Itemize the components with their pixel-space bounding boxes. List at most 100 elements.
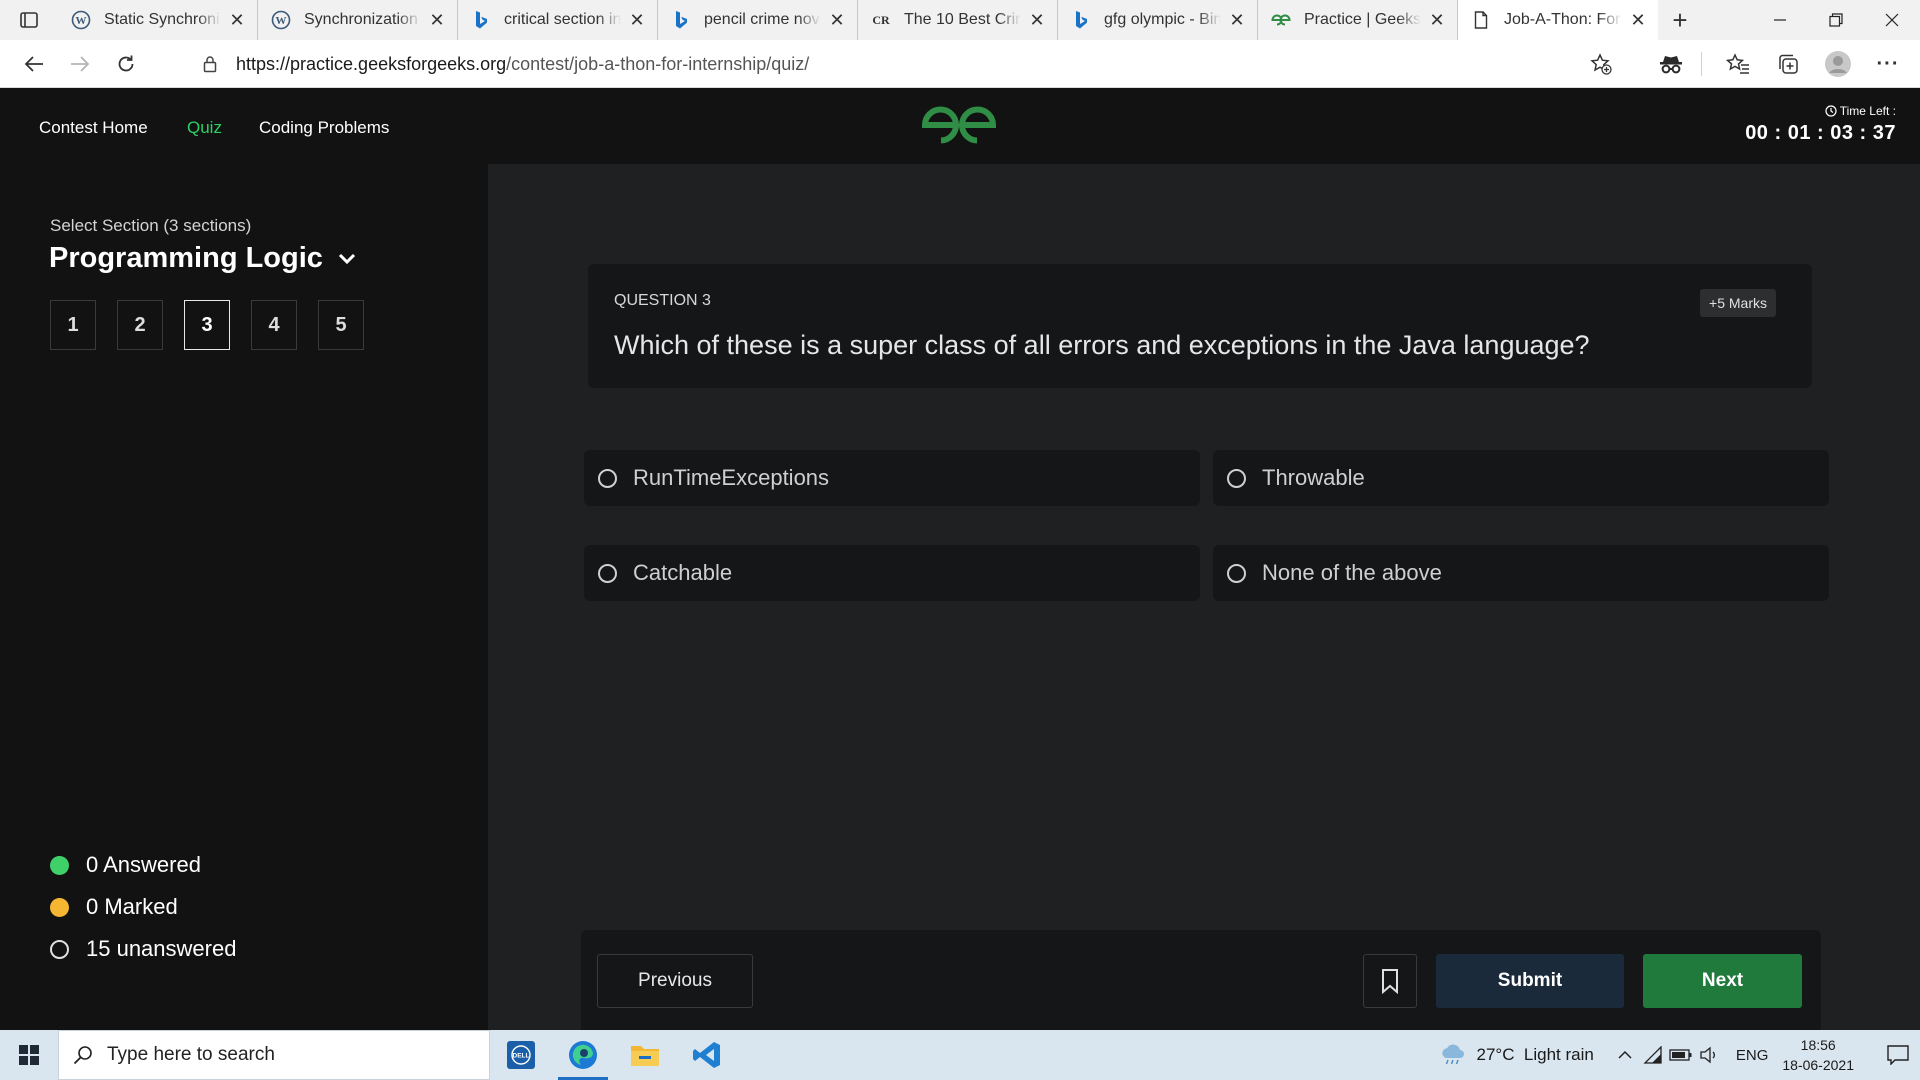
radio-button[interactable] bbox=[598, 468, 617, 488]
taskbar-search[interactable]: Type here to search bbox=[58, 1030, 490, 1080]
close-icon bbox=[1885, 13, 1899, 27]
back-button[interactable] bbox=[14, 44, 54, 84]
question-number-button[interactable]: 1 bbox=[50, 300, 96, 350]
volume-button[interactable] bbox=[1696, 1042, 1722, 1068]
forward-arrow-icon bbox=[71, 55, 90, 72]
start-button[interactable] bbox=[0, 1030, 58, 1080]
chevron-up-icon bbox=[1618, 1050, 1632, 1059]
gfg-logo[interactable] bbox=[920, 102, 998, 146]
bing-icon bbox=[470, 9, 492, 31]
refresh-button[interactable] bbox=[106, 44, 146, 84]
browser-tab[interactable]: gfg olympic - Bing ✕ bbox=[1058, 0, 1258, 40]
url-bar[interactable]: https://practice.geeksforgeeks.org/conte… bbox=[182, 46, 1602, 82]
taskbar-app-vscode[interactable] bbox=[676, 1030, 738, 1080]
collections-button[interactable] bbox=[1766, 44, 1810, 84]
question-number-button[interactable]: 5 bbox=[318, 300, 364, 350]
tab-title: Synchronization in bbox=[304, 11, 421, 28]
browser-tab[interactable]: CR The 10 Best Crime ✕ bbox=[858, 0, 1058, 40]
svg-text:W: W bbox=[76, 15, 87, 27]
browser-tab[interactable]: W Static Synchronization ✕ bbox=[58, 0, 258, 40]
tab-title: The 10 Best Crime bbox=[904, 11, 1021, 28]
avatar-icon bbox=[1825, 51, 1851, 77]
nav-coding-problems[interactable]: Coding Problems bbox=[259, 118, 389, 138]
radio-button[interactable] bbox=[1227, 468, 1246, 488]
profile-button[interactable] bbox=[1816, 44, 1860, 84]
marked-count: 0 Marked bbox=[86, 894, 178, 919]
forward-button[interactable] bbox=[60, 44, 100, 84]
minimize-icon bbox=[1774, 19, 1786, 21]
question-number-button[interactable]: 2 bbox=[117, 300, 163, 350]
nav-contest-home[interactable]: Contest Home bbox=[39, 118, 148, 138]
nav-quiz[interactable]: Quiz bbox=[187, 118, 222, 138]
question-number-button-current[interactable]: 3 bbox=[184, 300, 230, 350]
restore-button[interactable] bbox=[1808, 0, 1864, 40]
answered-count: 0 Answered bbox=[86, 852, 201, 877]
svg-text:W: W bbox=[276, 15, 287, 27]
radio-button[interactable] bbox=[1227, 563, 1246, 583]
tray-overflow-button[interactable] bbox=[1612, 1042, 1638, 1068]
browser-tab-active[interactable]: Job-A-Thon: For Internship ✕ bbox=[1458, 0, 1658, 40]
unanswered-circle-icon bbox=[50, 939, 69, 959]
close-icon[interactable]: ✕ bbox=[227, 10, 247, 30]
language-indicator[interactable]: ENG bbox=[1736, 1047, 1769, 1064]
address-bar-row: https://practice.geeksforgeeks.org/conte… bbox=[0, 40, 1920, 88]
add-favorite-button[interactable] bbox=[1579, 44, 1623, 84]
close-icon[interactable]: ✕ bbox=[1427, 10, 1447, 30]
browser-tab[interactable]: critical section in ✕ bbox=[458, 0, 658, 40]
answer-option[interactable]: Catchable bbox=[584, 545, 1200, 601]
close-icon[interactable]: ✕ bbox=[1227, 10, 1247, 30]
taskbar-app-edge[interactable] bbox=[552, 1030, 614, 1080]
browser-tab[interactable]: Practice | GeeksforGeeks ✕ bbox=[1258, 0, 1458, 40]
taskbar-app-file-explorer[interactable] bbox=[614, 1030, 676, 1080]
network-button[interactable] bbox=[1640, 1042, 1666, 1068]
option-label: Throwable bbox=[1262, 465, 1365, 490]
taskbar-app-dell[interactable]: DELL bbox=[490, 1030, 552, 1080]
weather-widget[interactable]: 27°C Light rain bbox=[1440, 1044, 1594, 1066]
previous-button[interactable]: Previous bbox=[597, 954, 753, 1008]
url-host: https://practice.geeksforgeeks.org bbox=[236, 53, 507, 74]
clock-date: 18-06-2021 bbox=[1782, 1057, 1854, 1073]
site-header: Contest Home Quiz Coding Problems Time L… bbox=[0, 88, 1920, 164]
marked-dot-icon bbox=[50, 897, 69, 917]
answer-option[interactable]: Throwable bbox=[1213, 450, 1829, 506]
browser-tab[interactable]: pencil crime novels ✕ bbox=[658, 0, 858, 40]
refresh-icon bbox=[118, 55, 134, 71]
new-tab-button[interactable]: + bbox=[1658, 0, 1702, 40]
close-icon[interactable]: ✕ bbox=[1027, 10, 1047, 30]
settings-more-button[interactable]: ··· bbox=[1866, 44, 1910, 84]
answer-option[interactable]: RunTimeExceptions bbox=[584, 450, 1200, 506]
answer-option[interactable]: None of the above bbox=[1213, 545, 1829, 601]
radio-button[interactable] bbox=[598, 563, 617, 583]
browser-tab[interactable]: W Synchronization in ✕ bbox=[258, 0, 458, 40]
close-icon[interactable]: ✕ bbox=[427, 10, 447, 30]
taskbar-clock[interactable]: 18:56 18-06-2021 bbox=[1782, 1035, 1854, 1075]
section-selector[interactable]: Programming Logic bbox=[49, 242, 357, 275]
favorites-icon bbox=[1726, 53, 1749, 74]
close-window-button[interactable] bbox=[1864, 0, 1920, 40]
bookmark-button[interactable] bbox=[1363, 954, 1417, 1008]
plus-icon: + bbox=[1672, 4, 1688, 35]
close-icon[interactable]: ✕ bbox=[627, 10, 647, 30]
profile-extension-button[interactable] bbox=[1649, 44, 1693, 84]
favorites-button[interactable] bbox=[1716, 44, 1760, 84]
question-number-button[interactable]: 4 bbox=[251, 300, 297, 350]
legend-marked: 0 Marked bbox=[50, 886, 236, 928]
system-tray: 27°C Light rain ENG 18:56 18-06-2021 bbox=[1440, 1030, 1920, 1080]
dell-icon: DELL bbox=[507, 1041, 535, 1069]
submit-button[interactable]: Submit bbox=[1436, 954, 1624, 1008]
minimize-button[interactable] bbox=[1752, 0, 1808, 40]
notification-center-button[interactable] bbox=[1876, 1030, 1920, 1080]
close-icon[interactable]: ✕ bbox=[1628, 10, 1648, 30]
battery-button[interactable] bbox=[1668, 1042, 1694, 1068]
next-button[interactable]: Next bbox=[1643, 954, 1802, 1008]
folder-icon bbox=[631, 1046, 659, 1066]
tab-actions-button[interactable] bbox=[0, 0, 58, 40]
incognito-icon bbox=[1660, 56, 1682, 74]
option-label: None of the above bbox=[1262, 560, 1442, 585]
bing-icon bbox=[670, 9, 692, 31]
url-text[interactable]: https://practice.geeksforgeeks.org/conte… bbox=[236, 54, 809, 75]
notification-icon bbox=[1887, 1045, 1909, 1065]
chevron-down-icon bbox=[338, 253, 355, 264]
close-icon[interactable]: ✕ bbox=[827, 10, 847, 30]
tab-title: pencil crime novels bbox=[704, 11, 821, 28]
